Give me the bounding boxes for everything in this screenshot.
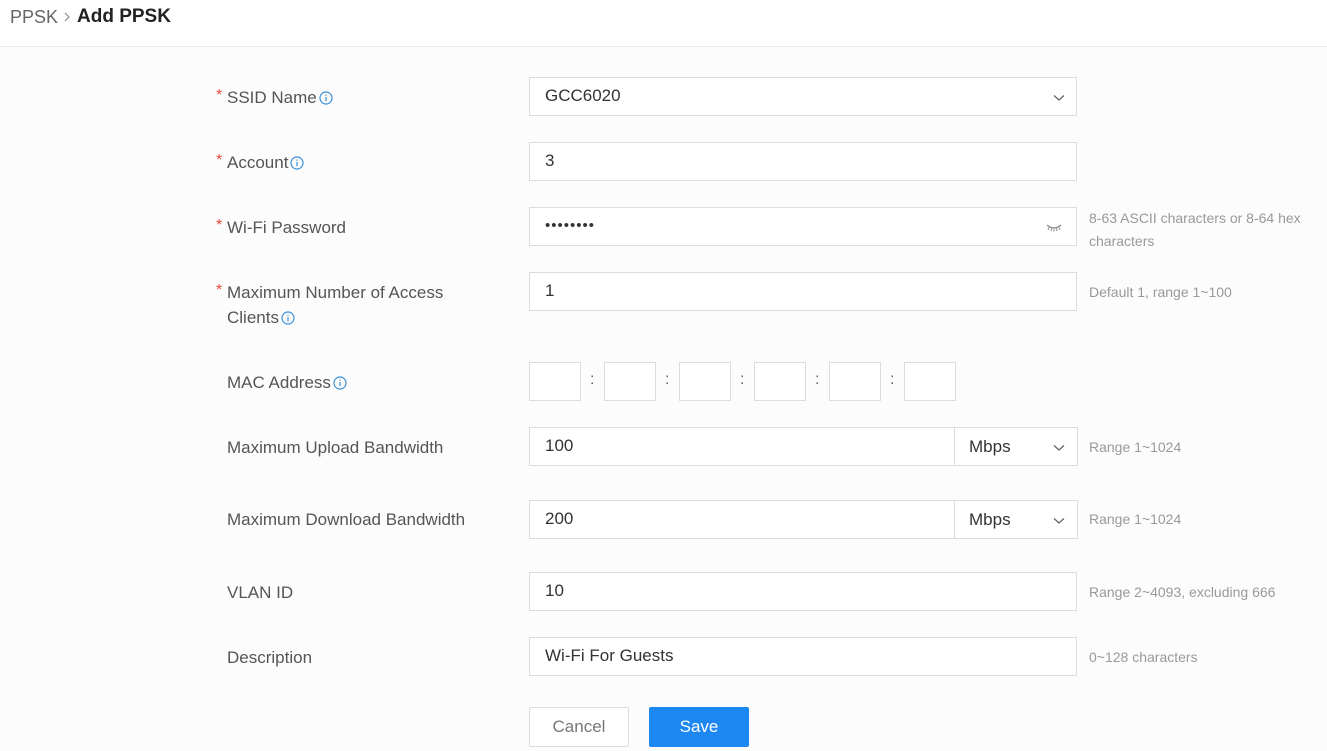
info-circle-icon[interactable] <box>290 155 305 170</box>
mac-separator: : <box>590 371 595 388</box>
upload-bandwidth-hint: Range 1~1024 <box>1089 439 1182 455</box>
chevron-down-icon <box>1053 445 1065 451</box>
mac-octet-3-input[interactable] <box>679 362 731 401</box>
description-label: Description <box>227 648 313 667</box>
download-bandwidth-input[interactable]: 200 <box>529 500 955 539</box>
mac-octet-6-input[interactable] <box>904 362 956 401</box>
mac-separator: : <box>740 371 745 388</box>
account-input[interactable]: 3 <box>529 142 1077 181</box>
upload-unit-select[interactable]: Mbps <box>954 427 1078 466</box>
chevron-down-icon <box>1053 95 1065 101</box>
vlan-id-hint: Range 2~4093, excluding 666 <box>1089 584 1276 600</box>
mac-octet-2-input[interactable] <box>604 362 656 401</box>
description-hint: 0~128 characters <box>1089 649 1198 665</box>
info-circle-icon[interactable] <box>333 375 347 390</box>
download-bandwidth-label: Maximum Download Bandwidth <box>227 510 466 529</box>
mac-octet-5-input[interactable] <box>829 362 881 401</box>
wifi-password-hint: 8-63 ASCII characters or 8-64 hex charac… <box>1089 210 1301 249</box>
download-bandwidth-hint: Range 1~1024 <box>1089 511 1182 527</box>
breadcrumb-root[interactable]: PPSK <box>10 7 58 28</box>
required-mark: * <box>216 152 223 169</box>
mac-separator: : <box>815 371 820 388</box>
max-clients-input[interactable]: 1 <box>529 272 1077 311</box>
cancel-button[interactable]: Cancel <box>529 707 629 747</box>
mac-separator: : <box>665 371 670 388</box>
mac-octet-1-input[interactable] <box>529 362 581 401</box>
wifi-password-label: Wi-Fi Password <box>227 218 347 237</box>
upload-bandwidth-input[interactable]: 100 <box>529 427 955 466</box>
required-mark: * <box>216 87 223 104</box>
description-input[interactable]: Wi-Fi For Guests <box>529 637 1077 676</box>
chevron-right-icon <box>64 12 70 22</box>
max-clients-label: Maximum Number of Access Clients <box>227 283 444 327</box>
vlan-id-input[interactable]: 10 <box>529 572 1077 611</box>
page-header: PPSK Add PPSK <box>0 0 1327 47</box>
save-button[interactable]: Save <box>649 707 749 747</box>
ssid-name-select[interactable]: GCC6020 <box>529 77 1077 116</box>
mac-separator: : <box>890 371 895 388</box>
page-title: Add PPSK <box>77 6 171 27</box>
vlan-id-label: VLAN ID <box>227 583 294 602</box>
account-label: Account <box>227 150 305 175</box>
upload-bandwidth-label: Maximum Upload Bandwidth <box>227 438 444 457</box>
chevron-down-icon <box>1053 518 1065 524</box>
required-mark: * <box>216 217 223 234</box>
eye-closed-icon[interactable] <box>1045 221 1063 233</box>
info-circle-icon[interactable] <box>319 90 333 105</box>
required-mark: * <box>216 282 223 299</box>
max-clients-hint: Default 1, range 1~100 <box>1089 284 1232 300</box>
ssid-name-label: SSID Name <box>227 85 333 110</box>
mac-address-label: MAC Address <box>227 370 347 395</box>
download-unit-select[interactable]: Mbps <box>954 500 1078 539</box>
wifi-password-input[interactable]: •••••••• <box>529 207 1077 246</box>
info-circle-icon[interactable] <box>281 310 295 325</box>
mac-octet-4-input[interactable] <box>754 362 806 401</box>
